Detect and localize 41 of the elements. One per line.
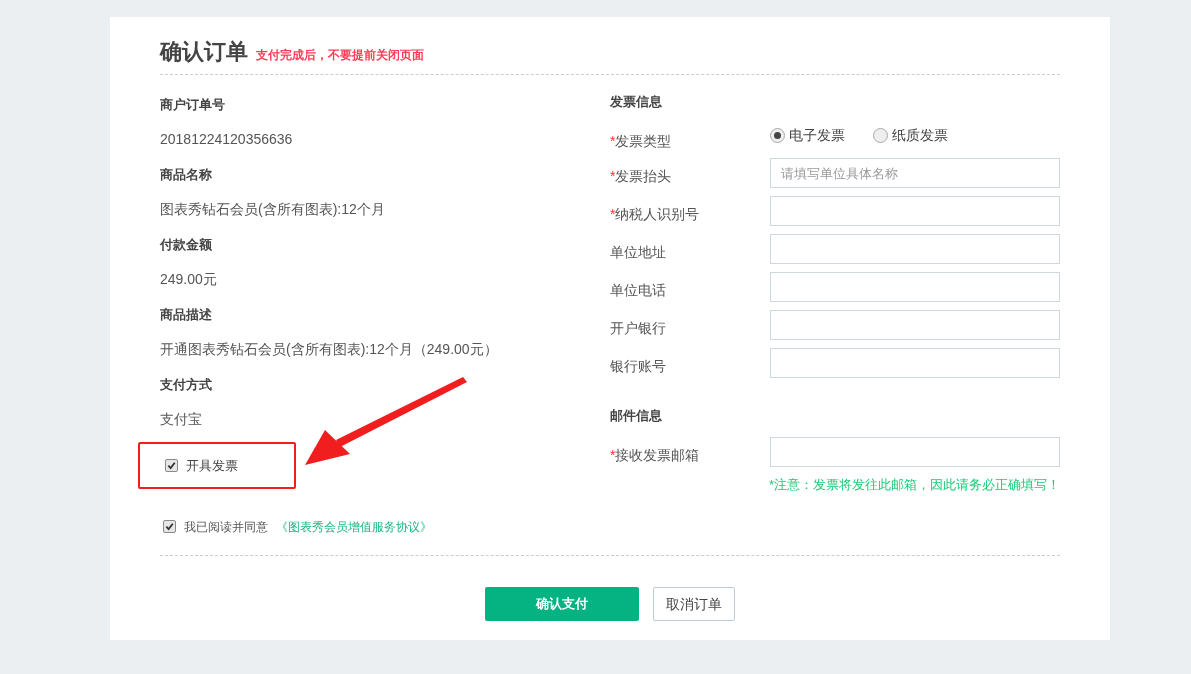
input-field[interactable]: [770, 272, 1060, 302]
input-field[interactable]: [770, 196, 1060, 226]
checkbox[interactable]: [163, 520, 176, 533]
input-field[interactable]: 请填写单位具体名称: [770, 158, 1060, 188]
radio-label: 电子发票: [789, 125, 845, 145]
info-label: 商户订单号: [160, 95, 225, 114]
cancel-order-button[interactable]: 取消订单: [653, 587, 735, 621]
input-field[interactable]: [770, 310, 1060, 340]
field-label: 银行账号: [610, 358, 666, 374]
info-label: 支付方式: [160, 375, 212, 394]
info-label: 付款金额: [160, 235, 212, 254]
section-title: 邮件信息: [610, 407, 662, 426]
field-label: *发票抬头: [610, 168, 672, 184]
input-field[interactable]: [770, 437, 1060, 467]
info-label: 商品名称: [160, 165, 212, 184]
field-label: 开户银行: [610, 320, 666, 336]
radio-button[interactable]: [873, 127, 888, 143]
radio-button[interactable]: [770, 127, 785, 143]
checkbox[interactable]: [165, 459, 178, 472]
input-field[interactable]: [770, 234, 1060, 264]
input-field[interactable]: [770, 348, 1060, 378]
radio-label: 纸质发票: [892, 125, 948, 145]
field-label: *纳税人识别号: [610, 206, 700, 222]
email-notice: *注意：发票将发往此邮箱，因此请务必正确填写！: [768, 476, 1060, 495]
field-label: *接收发票邮箱: [610, 447, 700, 463]
section-title: 发票信息: [610, 92, 662, 111]
field-label: *发票类型: [610, 133, 672, 149]
agreement-text: 我已阅读并同意: [184, 518, 268, 536]
info-value: 开通图表秀钻石会员(含所有图表):12个月（249.00元）: [160, 340, 498, 359]
info-value: 249.00元: [160, 270, 217, 289]
checkbox-label: 开具发票: [186, 456, 238, 475]
info-value: 20181224120356636: [160, 130, 293, 149]
field-label: 单位地址: [610, 244, 666, 260]
confirm-payment-button[interactable]: 确认支付: [485, 587, 639, 621]
agreement-link[interactable]: 《图表秀会员增值服务协议》: [276, 517, 432, 536]
notice-text: 支付完成后，不要提前关闭页面: [256, 47, 424, 64]
page-title: 确认订单: [160, 38, 248, 66]
field-label: 单位电话: [610, 282, 666, 298]
info-label: 商品描述: [160, 305, 212, 324]
info-value: 支付宝: [160, 410, 202, 429]
info-value: 图表秀钻石会员(含所有图表):12个月: [160, 200, 385, 219]
